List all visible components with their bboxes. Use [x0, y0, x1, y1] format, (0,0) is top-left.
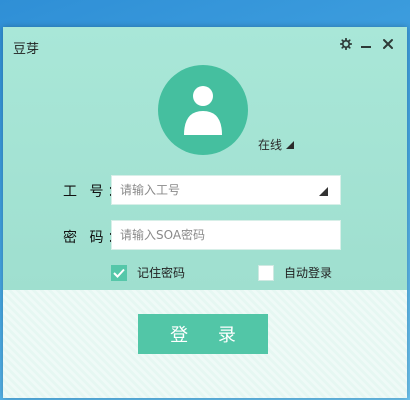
- password-field[interactable]: [111, 220, 341, 250]
- checkbox-unchecked-icon[interactable]: [258, 264, 274, 281]
- password-input[interactable]: [112, 220, 312, 250]
- settings-button[interactable]: [337, 35, 355, 53]
- auto-login-label: 自动登录: [284, 266, 333, 280]
- gear-icon: [340, 38, 352, 50]
- employee-id-dropdown-icon[interactable]: [319, 187, 328, 196]
- login-window: 豆芽 在线 工 号： 请输入工号 密 码： 记住密码 自动登录 登 录: [3, 27, 407, 398]
- auto-login-checkbox[interactable]: 自动登录: [258, 264, 332, 281]
- window-title: 豆芽: [13, 42, 40, 57]
- dropdown-arrow-icon: [286, 140, 295, 149]
- status-dropdown[interactable]: 在线: [258, 136, 295, 153]
- close-icon: [383, 39, 393, 49]
- close-button[interactable]: [379, 35, 397, 53]
- minimize-button[interactable]: [357, 35, 375, 53]
- checkbox-checked-icon[interactable]: [111, 264, 127, 281]
- avatar[interactable]: [158, 65, 248, 155]
- login-button[interactable]: 登 录: [138, 314, 268, 354]
- minimize-icon: [361, 46, 371, 48]
- remember-password-label: 记住密码: [137, 266, 186, 280]
- remember-password-checkbox[interactable]: 记住密码: [111, 264, 185, 281]
- user-avatar-icon: [184, 86, 222, 135]
- employee-id-field[interactable]: [111, 175, 341, 205]
- employee-id-input[interactable]: [112, 175, 312, 205]
- status-label: 在线: [258, 138, 283, 152]
